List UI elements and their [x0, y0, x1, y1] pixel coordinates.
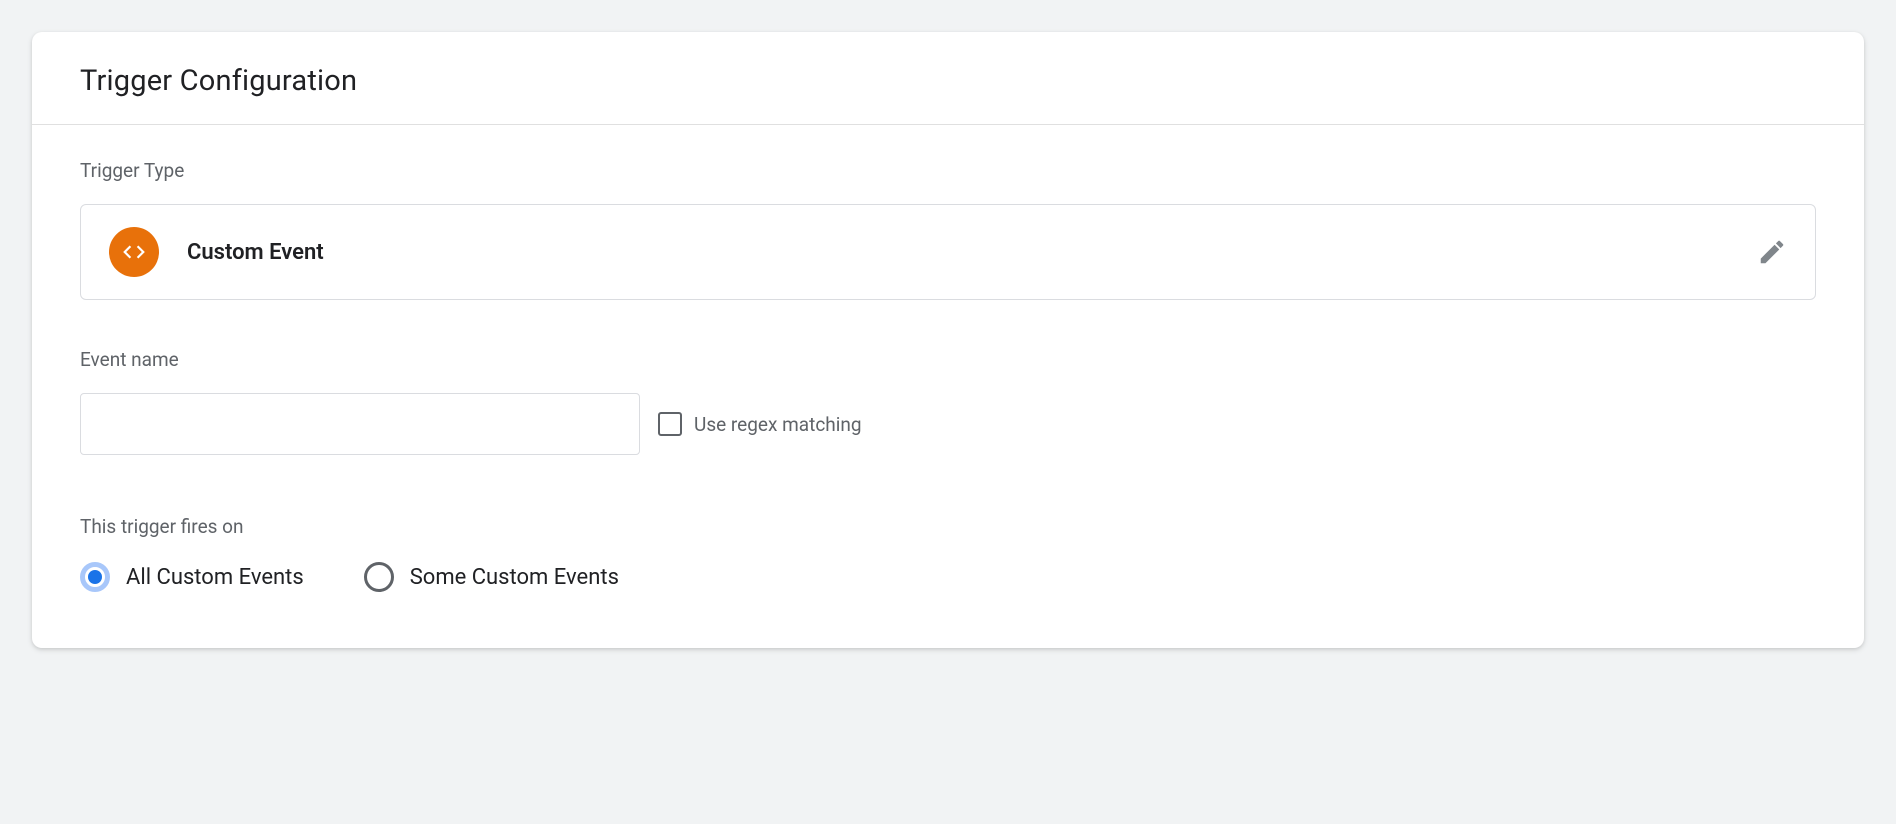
pencil-icon[interactable] [1757, 237, 1787, 267]
regex-checkbox-label: Use regex matching [694, 413, 862, 436]
radio-dot-icon [88, 570, 102, 584]
radio-label-some: Some Custom Events [410, 565, 619, 590]
trigger-config-card: Trigger Configuration Trigger Type Custo… [32, 32, 1864, 648]
trigger-type-label: Trigger Type [80, 159, 1816, 182]
fires-on-radio-group: All Custom Events Some Custom Events [80, 562, 1816, 592]
card-header: Trigger Configuration [32, 32, 1864, 125]
trigger-type-name: Custom Event [187, 240, 324, 265]
radio-all-custom-events[interactable]: All Custom Events [80, 562, 304, 592]
event-name-input[interactable] [80, 393, 640, 455]
card-body: Trigger Type Custom Event Event name Use… [32, 125, 1864, 648]
radio-some-custom-events[interactable]: Some Custom Events [364, 562, 619, 592]
code-icon [109, 227, 159, 277]
radio-label-all: All Custom Events [126, 565, 304, 590]
checkbox-icon [658, 412, 682, 436]
event-name-label: Event name [80, 348, 1816, 371]
trigger-type-info: Custom Event [109, 227, 324, 277]
event-name-row: Use regex matching [80, 393, 1816, 455]
radio-icon [80, 562, 110, 592]
regex-checkbox[interactable]: Use regex matching [658, 412, 862, 436]
radio-icon [364, 562, 394, 592]
fires-on-label: This trigger fires on [80, 515, 1816, 538]
card-title: Trigger Configuration [80, 64, 1816, 98]
trigger-type-selector[interactable]: Custom Event [80, 204, 1816, 300]
